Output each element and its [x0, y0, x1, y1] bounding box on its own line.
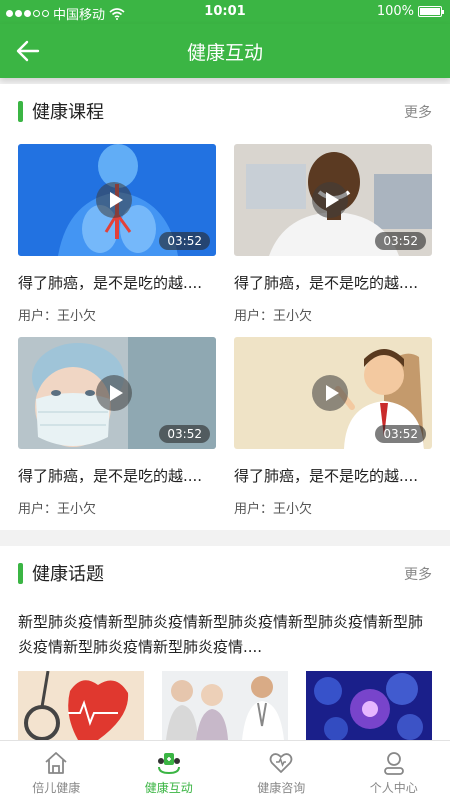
course-author: 用户：王小欠: [234, 309, 313, 324]
tab-consult[interactable]: 健康咨询: [225, 741, 338, 800]
course-title[interactable]: 得了肺癌，是不是吃的越....: [18, 272, 216, 293]
topic-image[interactable]: [162, 671, 288, 740]
video-duration: 03:52: [375, 232, 426, 250]
user-icon: [383, 752, 404, 775]
course-card[interactable]: 03:52 得了肺癌，是不是吃的越.... 用户：王小欠: [234, 337, 432, 517]
topic-image[interactable]: [306, 671, 432, 740]
course-author: 用户：王小欠: [18, 502, 97, 517]
battery-icon: [418, 6, 444, 17]
tab-interaction-label: 健康互动: [144, 781, 193, 795]
play-icon[interactable]: [96, 182, 132, 218]
tab-bar: 倍儿健康 健康互动 健康咨询 个人中心: [0, 740, 450, 800]
course-title[interactable]: 得了肺癌，是不是吃的越....: [234, 272, 432, 293]
section-marker: [18, 100, 23, 122]
status-bar: 中国移动 10:01 100%: [0, 0, 450, 24]
courses-section: 健康课程 更多 03:52 得了肺癌，是不是吃的越.... 用户：王小欠 03:…: [0, 84, 450, 530]
topics-section: 健康话题 更多 新型肺炎疫情新型肺炎疫情新型肺炎疫情新型肺炎疫情新型肺炎疫情新型…: [0, 546, 450, 740]
topic-summary[interactable]: 新型肺炎疫情新型肺炎疫情新型肺炎疫情新型肺炎疫情新型肺炎疫情新型肺炎疫情新型肺炎…: [18, 610, 432, 660]
video-duration: 03:52: [159, 232, 210, 250]
topic-image[interactable]: [18, 671, 144, 740]
play-icon[interactable]: [312, 375, 348, 411]
course-title[interactable]: 得了肺癌，是不是吃的越....: [18, 465, 216, 486]
course-card[interactable]: 03:52 得了肺癌，是不是吃的越.... 用户：王小欠: [234, 144, 432, 324]
play-icon[interactable]: [312, 182, 348, 218]
course-thumbnail[interactable]: 03:52: [18, 144, 216, 256]
page-title: 健康互动: [186, 42, 263, 64]
tab-interaction[interactable]: 健康互动: [113, 741, 226, 800]
tab-profile-label: 个人中心: [369, 781, 418, 795]
tab-home-label: 倍儿健康: [32, 781, 81, 795]
tab-profile[interactable]: 个人中心: [338, 741, 450, 800]
topics-more-link[interactable]: 更多: [404, 564, 432, 584]
section-marker: [18, 562, 23, 584]
heart-chat-icon: [269, 753, 293, 773]
course-author: 用户：王小欠: [234, 502, 313, 517]
interaction-icon: [157, 753, 180, 775]
battery-percent: 100%: [376, 4, 414, 19]
course-title[interactable]: 得了肺癌，是不是吃的越....: [234, 465, 432, 486]
course-thumbnail[interactable]: 03:52: [234, 337, 432, 449]
play-icon[interactable]: [96, 375, 132, 411]
course-author: 用户：王小欠: [18, 309, 97, 324]
tab-consult-label: 健康咨询: [257, 781, 306, 795]
tab-home[interactable]: 倍儿健康: [0, 741, 113, 800]
nav-bar: 健康互动: [0, 24, 450, 78]
video-duration: 03:52: [375, 425, 426, 443]
course-card[interactable]: 03:52 得了肺癌，是不是吃的越.... 用户：王小欠: [18, 144, 216, 324]
video-duration: 03:52: [159, 425, 210, 443]
courses-title: 健康课程: [32, 102, 104, 123]
house-icon: [45, 752, 67, 774]
course-thumbnail[interactable]: 03:52: [234, 144, 432, 256]
course-card[interactable]: 03:52 得了肺癌，是不是吃的越.... 用户：王小欠: [18, 337, 216, 517]
topics-title: 健康话题: [32, 564, 104, 585]
course-thumbnail[interactable]: 03:52: [18, 337, 216, 449]
courses-more-link[interactable]: 更多: [404, 102, 432, 122]
